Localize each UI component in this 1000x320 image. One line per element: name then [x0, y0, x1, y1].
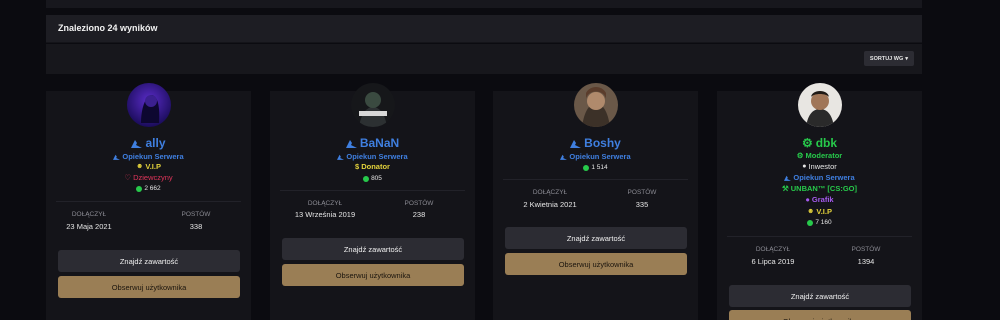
role-inwestor: ● Inwestor: [802, 162, 837, 171]
posts-value: 338: [189, 222, 203, 231]
member-card: ally Opiekun Serwera ☻ V.I.P ♡ Dziewczyn…: [46, 83, 251, 320]
top-panel-edge: [46, 0, 922, 8]
posts-value: 1394: [857, 257, 875, 266]
divider: [503, 179, 688, 180]
find-content-button[interactable]: Znajdź zawartość: [505, 227, 687, 249]
role-donator: $ Donator: [355, 162, 390, 171]
find-content-button[interactable]: Znajdź zawartość: [729, 285, 911, 307]
joined-label: DOŁĄCZYŁ: [307, 200, 343, 207]
follow-user-button[interactable]: Obserwuj użytkownika: [729, 310, 911, 320]
results-title: Znaleziono 24 wyników: [58, 23, 158, 33]
joined-value: 23 Maja 2021: [66, 222, 112, 231]
reputation-dot-icon: [136, 185, 143, 192]
coin-icon: ●: [802, 163, 807, 170]
role-unban: ⚒ UNBAN™ [CS:GO]: [782, 184, 857, 193]
palette-icon: ●: [805, 195, 810, 204]
avatar[interactable]: [350, 83, 395, 127]
posts-label: POSTÓW: [851, 246, 881, 253]
avatar[interactable]: [797, 83, 842, 127]
member-card: Boshy Opiekun Serwera 1 514 DOŁĄCZYŁ POS…: [493, 83, 698, 320]
heart-icon: ♡: [124, 173, 132, 182]
divider: [280, 190, 465, 191]
reputation: 1 514: [493, 164, 698, 171]
tag-icon: [337, 154, 345, 160]
username[interactable]: ⚙ dbk: [717, 136, 922, 150]
sort-bar: SORTUJ WG ▾: [46, 44, 922, 74]
joined-value: 13 Września 2019: [294, 210, 356, 219]
gear-icon: ⚙: [801, 136, 813, 150]
divider: [56, 201, 241, 202]
role-moderator: ⚙ Moderator: [796, 151, 843, 160]
sort-button[interactable]: SORTUJ WG ▾: [863, 51, 914, 66]
gear-icon: ⚙: [796, 151, 804, 160]
role-opiekun: Opiekun Serwera: [270, 152, 475, 161]
results-header: Znaleziono 24 wyników: [46, 15, 922, 43]
posts-label: POSTÓW: [404, 200, 434, 207]
posts-label: POSTÓW: [627, 189, 657, 196]
tag-icon: [113, 154, 121, 160]
avatar[interactable]: [573, 83, 618, 127]
tag-icon: [131, 139, 143, 148]
posts-value: 238: [412, 210, 426, 219]
username[interactable]: ally: [46, 136, 251, 150]
vip-icon: ☻: [136, 163, 144, 170]
reputation: 7 160: [717, 219, 922, 226]
member-card: BaNaN Opiekun Serwera $ Donator 805 DOŁĄ…: [270, 83, 475, 320]
joined-value: 6 Lipca 2019: [751, 257, 795, 266]
username[interactable]: BaNaN: [270, 136, 475, 150]
username[interactable]: Boshy: [493, 136, 698, 150]
follow-user-button[interactable]: Obserwuj użytkownika: [282, 264, 464, 286]
joined-label: DOŁĄCZYŁ: [755, 246, 791, 253]
reputation-dot-icon: [583, 164, 590, 171]
follow-user-button[interactable]: Obserwuj użytkownika: [58, 276, 240, 298]
joined-label: DOŁĄCZYŁ: [71, 211, 107, 218]
avatar[interactable]: [126, 83, 171, 127]
sort-label: SORTUJ WG: [869, 55, 904, 62]
posts-value: 335: [635, 200, 649, 209]
divider: [727, 236, 912, 237]
tag-icon: [784, 175, 792, 181]
find-content-button[interactable]: Znajdź zawartość: [58, 250, 240, 272]
role-vip: ☻ V.I.P: [807, 207, 832, 216]
posts-label: POSTÓW: [181, 211, 211, 218]
tag-icon: [345, 139, 357, 148]
tag-icon: [570, 139, 582, 148]
role-vip: ☻ V.I.P: [136, 162, 161, 171]
role-grafik: ● Grafik: [805, 195, 834, 204]
tag-icon: [560, 154, 568, 160]
role-opiekun: Opiekun Serwera: [717, 173, 922, 182]
reputation-dot-icon: [363, 175, 370, 182]
dollar-icon: $: [355, 162, 360, 171]
member-card: ⚙ dbk ⚙ Moderator ● Inwestor Opiekun Ser…: [717, 83, 922, 320]
chevron-down-icon: ▾: [905, 55, 908, 62]
hammer-icon: ⚒: [782, 184, 789, 193]
reputation: 2 662: [46, 185, 251, 192]
find-content-button[interactable]: Znajdź zawartość: [282, 238, 464, 260]
joined-value: 2 Kwietnia 2021: [523, 200, 577, 209]
reputation: 805: [270, 175, 475, 182]
role-dziewczyny: ♡ Dziewczyny: [124, 173, 173, 182]
role-opiekun: Opiekun Serwera: [493, 152, 698, 161]
vip-icon: ☻: [807, 208, 815, 215]
role-opiekun: Opiekun Serwera: [46, 152, 251, 161]
reputation-dot-icon: [807, 219, 814, 226]
follow-user-button[interactable]: Obserwuj użytkownika: [505, 253, 687, 275]
joined-label: DOŁĄCZYŁ: [532, 189, 568, 196]
